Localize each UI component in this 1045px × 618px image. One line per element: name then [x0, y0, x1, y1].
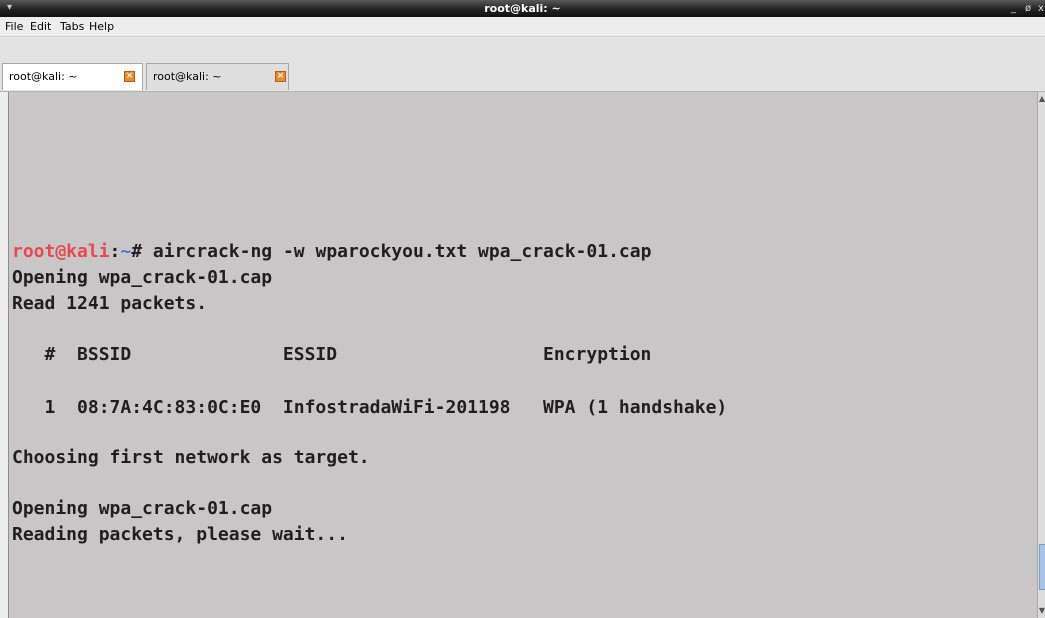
scroll-up-icon[interactable]: ▲	[1038, 92, 1045, 106]
scroll-down-icon[interactable]: ▼	[1038, 604, 1045, 618]
vertical-scrollbar[interactable]: ▲ ▼	[1037, 92, 1045, 618]
close-icon[interactable]: ×	[275, 71, 286, 82]
close-icon[interactable]: ×	[124, 71, 135, 82]
output-line: Reading packets, please wait...	[12, 524, 348, 545]
maximize-icon[interactable]: ø	[1025, 0, 1031, 17]
tab-label: root@kali: ~	[153, 70, 222, 83]
output-line: Choosing first network as target.	[12, 447, 370, 468]
command-text: aircrack-ng -w wparockyou.txt wpa_crack-…	[152, 241, 652, 262]
prompt-user: root@kali	[12, 241, 110, 262]
title-bar[interactable]: ▾ root@kali: ~ _ ø x	[0, 0, 1045, 17]
minimize-icon[interactable]: _	[1011, 0, 1016, 17]
prompt-separator: :	[109, 241, 121, 262]
scroll-thumb[interactable]	[1039, 544, 1045, 590]
prompt-path: ~	[120, 241, 132, 262]
prompt-symbol: #	[131, 241, 153, 262]
output-line: Opening wpa_crack-01.cap	[12, 498, 273, 519]
output-line: Opening wpa_crack-01.cap	[12, 267, 273, 288]
close-window-icon[interactable]: x	[1038, 0, 1044, 17]
output-line: Read 1241 packets.	[12, 293, 208, 314]
menu-file[interactable]: File	[5, 17, 23, 36]
terminal-output[interactable]: root@kali:~# aircrack-ng -w wparockyou.t…	[8, 92, 1037, 618]
menu-tabs[interactable]: Tabs	[60, 17, 84, 36]
tab-terminal-2[interactable]: root@kali: ~ ×	[146, 63, 289, 90]
menu-edit[interactable]: Edit	[30, 17, 51, 36]
window-title: root@kali: ~	[484, 2, 561, 15]
tab-terminal-1[interactable]: root@kali: ~ ×	[2, 63, 143, 90]
tab-label: root@kali: ~	[9, 70, 78, 83]
network-table-row: 1 08:7A:4C:83:0C:E0 InfostradaWiFi-20119…	[12, 397, 728, 418]
menu-help[interactable]: Help	[89, 17, 114, 36]
network-table-header: # BSSID ESSID Encryption	[12, 344, 652, 365]
command-line: root@kali:~# aircrack-ng -w wparockyou.t…	[12, 239, 651, 265]
tab-bar: root@kali: ~ × root@kali: ~ ×	[0, 37, 1045, 92]
terminal-window: ▾ root@kali: ~ _ ø x File Edit Tabs Help…	[0, 0, 1045, 618]
menu-bar: File Edit Tabs Help	[0, 17, 1045, 37]
